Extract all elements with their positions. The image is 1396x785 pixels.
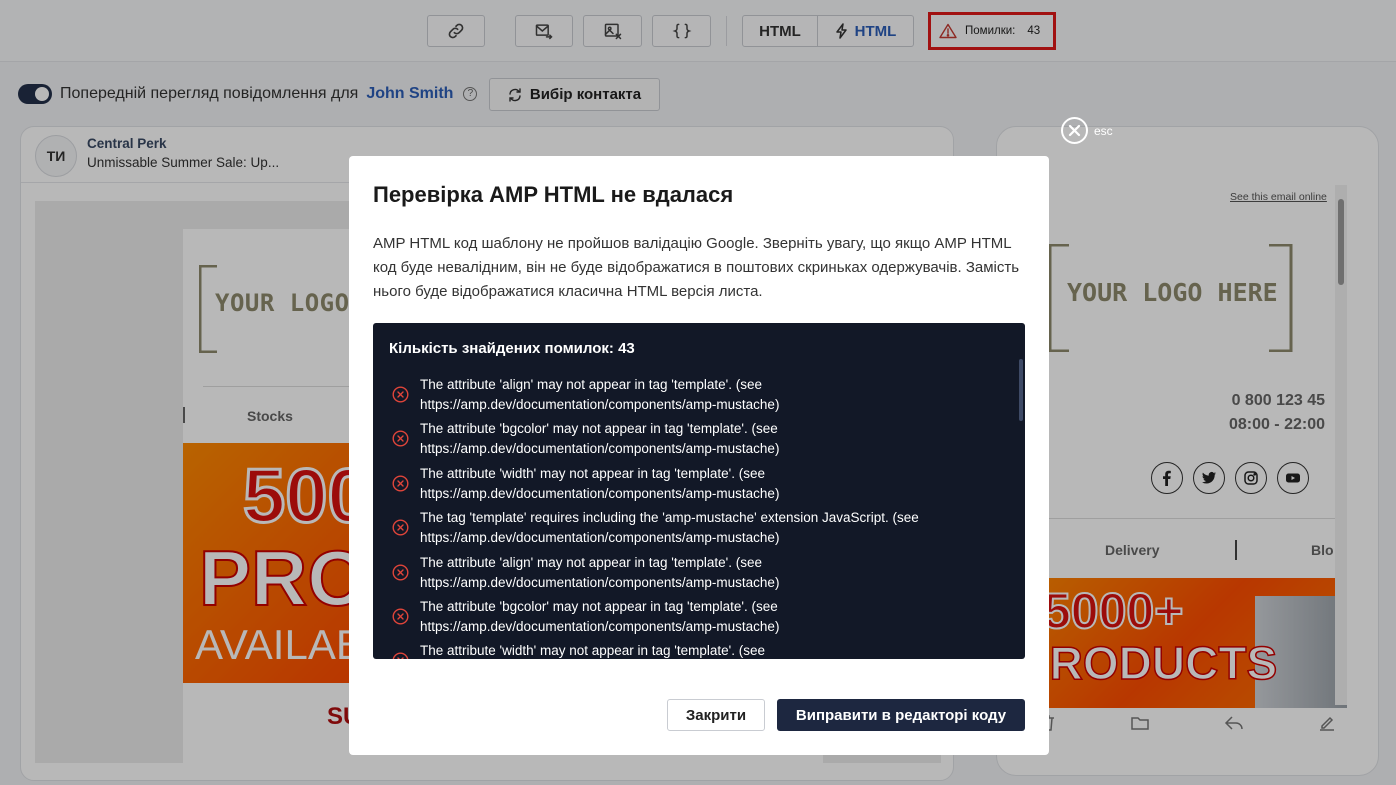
close-button[interactable]: Закрити bbox=[667, 699, 765, 731]
error-item: The attribute 'align' may not appear in … bbox=[373, 551, 1013, 595]
error-icon bbox=[392, 475, 409, 492]
error-item: The attribute 'bgcolor' may not appear i… bbox=[373, 417, 1013, 461]
amp-validation-dialog: Перевірка AMP HTML не вдалася AMP HTML к… bbox=[349, 156, 1049, 755]
error-message: The tag 'template' requires including th… bbox=[420, 510, 919, 546]
error-count-label: Кількість знайдених помилок: 43 bbox=[389, 340, 635, 357]
error-message: The attribute 'bgcolor' may not appear i… bbox=[420, 598, 780, 634]
error-icon bbox=[392, 519, 409, 536]
error-item: The attribute 'width' may not appear in … bbox=[373, 462, 1013, 506]
esc-label: esc bbox=[1094, 123, 1113, 138]
dialog-description: AMP HTML код шаблону не пройшов валідаці… bbox=[373, 235, 1020, 300]
error-icon bbox=[392, 430, 409, 447]
error-message: The attribute 'width' may not appear in … bbox=[420, 465, 780, 501]
dialog-title: Перевірка AMP HTML не вдалася bbox=[373, 182, 734, 207]
esc-close[interactable]: esc bbox=[1061, 117, 1113, 144]
error-icon bbox=[392, 608, 409, 625]
error-list[interactable]: The attribute 'align' may not appear in … bbox=[373, 373, 1013, 659]
error-message: The attribute 'align' may not appear in … bbox=[420, 554, 780, 590]
fix-in-code-editor-button[interactable]: Виправити в редакторі коду bbox=[777, 699, 1025, 731]
error-item: The attribute 'align' may not appear in … bbox=[373, 373, 1013, 417]
error-icon bbox=[392, 652, 409, 659]
error-icon bbox=[392, 386, 409, 403]
error-message: The attribute 'align' may not appear in … bbox=[420, 377, 780, 412]
error-item: The attribute 'bgcolor' may not appear i… bbox=[373, 595, 1013, 639]
error-message: The attribute 'bgcolor' may not appear i… bbox=[420, 421, 780, 457]
error-icon bbox=[392, 564, 409, 581]
error-item: The attribute 'width' may not appear in … bbox=[373, 639, 1013, 659]
error-message: The attribute 'width' may not appear in … bbox=[420, 643, 765, 659]
error-item: The tag 'template' requires including th… bbox=[373, 506, 1013, 550]
error-list-scrollbar[interactable] bbox=[1019, 359, 1023, 421]
close-icon[interactable] bbox=[1061, 117, 1088, 144]
error-list-panel: Кількість знайдених помилок: 43 The attr… bbox=[373, 323, 1025, 659]
